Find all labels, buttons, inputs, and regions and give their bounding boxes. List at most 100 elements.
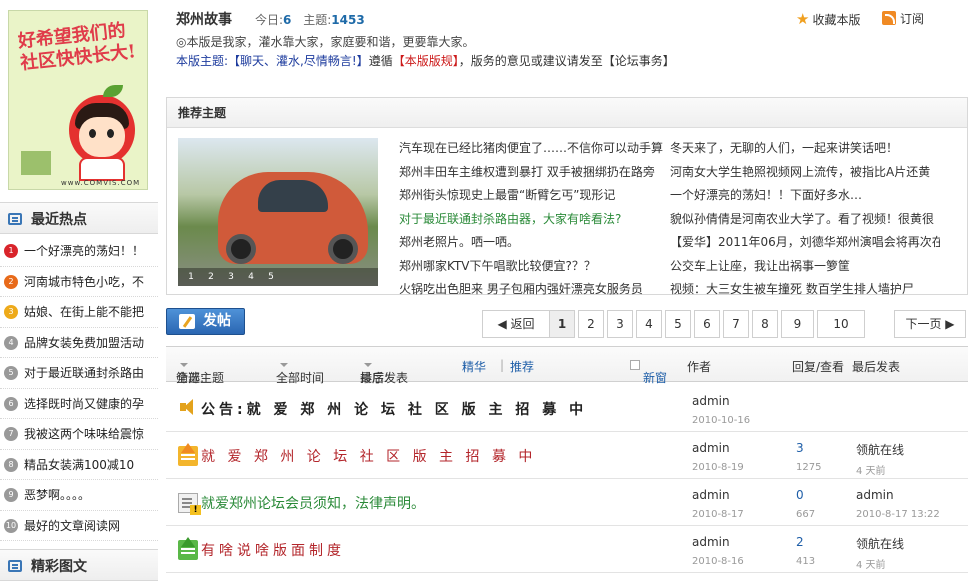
green-arrow-icon — [178, 537, 198, 560]
page-3-button[interactable]: 3 — [607, 310, 633, 338]
recommended-title: 推荐主题 — [167, 98, 967, 128]
thread-title-link[interactable]: 公告:就 爱 郑 州 论 坛 社 区 版 主 招 募 中 — [201, 399, 587, 419]
recommended-topic-link[interactable]: 公交车上让座，我让出祸事一箩筐 — [670, 256, 940, 280]
table-row: 有啥说啥版面制度 admin 2010-8-16 2 413 领航在线 4 天前 — [166, 526, 968, 573]
hot-topic-link[interactable]: 对于最近联通封杀路由 — [24, 366, 144, 380]
hot-topic-link[interactable]: 姑娘、在街上能不能把 — [24, 305, 144, 319]
community-promo-image[interactable]: 好希望我们的社区快快长大! www.COMVIS.COM — [8, 10, 148, 190]
filter-topics-dropdown[interactable]: 筛选: 全部主题 — [176, 358, 224, 385]
last-poster-link[interactable]: 领航在线 — [856, 535, 904, 552]
page-2-button[interactable]: 2 — [578, 310, 604, 338]
page-1-button[interactable]: 1 — [549, 310, 575, 338]
author-link[interactable]: admin — [692, 488, 730, 502]
recommended-topic-link[interactable]: 火锅吃出色胆来 男子包厢内强奸漂亮女服务员 — [399, 279, 669, 303]
rank-badge: 10 — [4, 518, 18, 533]
slideshow-image[interactable]: 12345 — [178, 138, 378, 286]
page-8-button[interactable]: 8 — [752, 310, 778, 338]
recommended-topic-link[interactable]: 对于最近联通封杀路由器，大家有啥看法? — [399, 209, 669, 233]
reply-count[interactable]: 2 — [796, 535, 804, 549]
next-page-button[interactable]: 下一页 ▶ — [894, 310, 966, 338]
hot-topic-link[interactable]: 我被这两个味味给震惊 — [24, 427, 144, 441]
hot-topic-item[interactable]: 5 对于最近联通封杀路由 — [0, 358, 158, 389]
recommended-topic-link[interactable]: 冬天来了，无聊的人们，一起来讲笑话吧！ — [670, 138, 940, 162]
last-poster-link[interactable]: 领航在线 — [856, 441, 904, 458]
hot-topic-item[interactable]: 2 河南城市特色小吃，不 — [0, 267, 158, 297]
hot-topic-item[interactable]: 7 我被这两个味味给震惊 — [0, 419, 158, 450]
rank-badge: 5 — [4, 366, 18, 380]
digest-filter-link[interactable]: 精华 — [462, 358, 486, 375]
today-count: 6 — [283, 13, 292, 27]
slide-number-button[interactable]: 2 — [204, 270, 218, 284]
watermark-text: www.COMVIS.COM — [61, 179, 141, 187]
reply-count[interactable]: 3 — [796, 441, 804, 455]
filter-time-dropdown[interactable]: 全部时间 — [276, 358, 324, 385]
rules-mid: 遵循 — [368, 54, 393, 68]
hot-topic-link[interactable]: 最好的文章阅读网 — [24, 519, 120, 533]
recommended-topic-link[interactable]: 郑州老照片。哂一哂。 — [399, 232, 669, 256]
author-link[interactable]: admin — [692, 535, 730, 549]
recommended-topic-link[interactable]: 郑州哪家KTV下午唱歌比较便宜?？？ — [399, 256, 669, 280]
board-description: ◎本版是我家，灌水靠大家，家庭要和谐，更要靠大家。 — [176, 35, 475, 49]
slide-number-button[interactable]: 5 — [264, 270, 278, 284]
topics-label: 主题: — [303, 13, 332, 27]
new-post-button[interactable]: 发帖 — [166, 308, 245, 335]
hot-topic-item[interactable]: 1 一个好漂亮的荡妇！！ — [0, 236, 158, 267]
favorite-label: 收藏本版 — [812, 13, 861, 27]
hot-topic-item[interactable]: 6 选择既时尚又健康的孕 — [0, 389, 158, 419]
recommended-filter-link[interactable]: 推荐 — [510, 358, 534, 375]
recommended-topic-link[interactable]: 视频：大三女生被车撞死 数百学生排人墙护尸 — [670, 279, 940, 303]
author-link[interactable]: admin — [692, 441, 730, 455]
rules-prefix: 本版主题: — [176, 54, 229, 68]
recommended-topic-link[interactable]: 【爱华】2011年06月，刘德华郑州演唱会将再次在 — [670, 232, 940, 256]
rules-topics-link[interactable]: 【聊天、灌水,尽情畅言!】 — [228, 54, 369, 68]
page-6-button[interactable]: 6 — [694, 310, 720, 338]
board-header: 郑州故事 今日:6 主题:1453 ★ 收藏本版 订阅 ◎本版是我家，灌水靠大家，… — [166, 0, 968, 80]
slide-number-button[interactable]: 4 — [244, 270, 258, 284]
page-10-button[interactable]: 10 — [817, 310, 865, 338]
new-window-toggle[interactable]: 新窗 — [630, 358, 667, 385]
hot-topic-link[interactable]: 河南城市特色小吃，不 — [24, 275, 144, 289]
page-9-button[interactable]: 9 — [781, 310, 814, 338]
hot-topic-item[interactable]: 10 最好的文章阅读网 — [0, 511, 158, 541]
reply-count[interactable]: 0 — [796, 488, 804, 502]
recommended-topic-link[interactable]: 貌似孙倩倩是河南农业大学了。看了视频！很黄很 — [670, 209, 940, 233]
view-count: 1275 — [796, 462, 822, 473]
hot-topic-item[interactable]: 4 品牌女装免费加盟活动 — [0, 328, 158, 358]
favorite-board-button[interactable]: ★ 收藏本版 — [796, 10, 860, 28]
hot-topic-link[interactable]: 一个好漂亮的荡妇！！ — [24, 244, 144, 258]
back-button[interactable]: ◀ 返回 — [482, 310, 550, 338]
page-7-button[interactable]: 7 — [723, 310, 749, 338]
pinned-arrow-icon — [178, 443, 198, 466]
rules-suffix: ，版务的意见或建议请发至【论坛事务】 — [458, 54, 675, 68]
slide-number-button[interactable]: 3 — [224, 270, 238, 284]
page-5-button[interactable]: 5 — [665, 310, 691, 338]
author-link[interactable]: admin — [692, 394, 730, 408]
slide-number-button[interactable]: 1 — [184, 270, 198, 284]
hot-topic-link[interactable]: 选择既时尚又健康的孕 — [24, 397, 144, 411]
last-poster-link[interactable]: admin — [856, 488, 894, 502]
recommended-topic-link[interactable]: 汽车现在已经比猪肉便宜了……不信你可以动手算 — [399, 138, 669, 162]
pen-icon — [179, 314, 195, 329]
thread-title-link[interactable]: 有啥说啥版面制度 — [201, 540, 345, 560]
sort-dropdown[interactable]: 排序: 最后发表 — [360, 358, 408, 385]
thread-title-link[interactable]: 就 爱 郑 州 论 坛 社 区 版 主 招 募 中 — [201, 446, 536, 466]
page-4-button[interactable]: 4 — [636, 310, 662, 338]
hot-topic-item[interactable]: 3 姑娘、在街上能不能把 — [0, 297, 158, 328]
recommended-topic-link[interactable]: 河南女大学生艳照视频网上流传，被指比A片还黄 — [670, 162, 940, 186]
hot-topic-link[interactable]: 品牌女装免费加盟活动 — [24, 336, 144, 350]
hot-topic-link[interactable]: 精品女装满100减10 — [24, 458, 134, 472]
subscribe-button[interactable]: 订阅 — [882, 10, 924, 27]
board-rules-link[interactable]: 【本版版规】 — [393, 54, 459, 68]
recommended-topic-link[interactable]: 郑州街头惊现史上最雷“断臂乞丐”现形记 — [399, 185, 669, 209]
hot-topic-item[interactable]: 9 恶梦啊。。。。 — [0, 480, 158, 511]
hot-topic-link[interactable]: 恶梦啊。。。。 — [24, 488, 90, 502]
thread-title-link[interactable]: 就爱郑州论坛会员须知，法律声明。 — [201, 493, 425, 513]
car-photo — [218, 172, 368, 264]
recommended-topic-link[interactable]: 一个好漂亮的荡妇！！下面好多水… — [670, 185, 940, 209]
last-post-column-header: 最后发表 — [852, 360, 901, 374]
checkbox[interactable] — [630, 360, 640, 370]
hot-topic-item[interactable]: 8 精品女装满100减10 — [0, 450, 158, 480]
eye-graphic — [107, 129, 114, 138]
board-title[interactable]: 郑州故事 — [176, 9, 232, 29]
recommended-topic-link[interactable]: 郑州丰田车主维权遭到暴打 双手被捆绑扔在路旁 — [399, 162, 669, 186]
